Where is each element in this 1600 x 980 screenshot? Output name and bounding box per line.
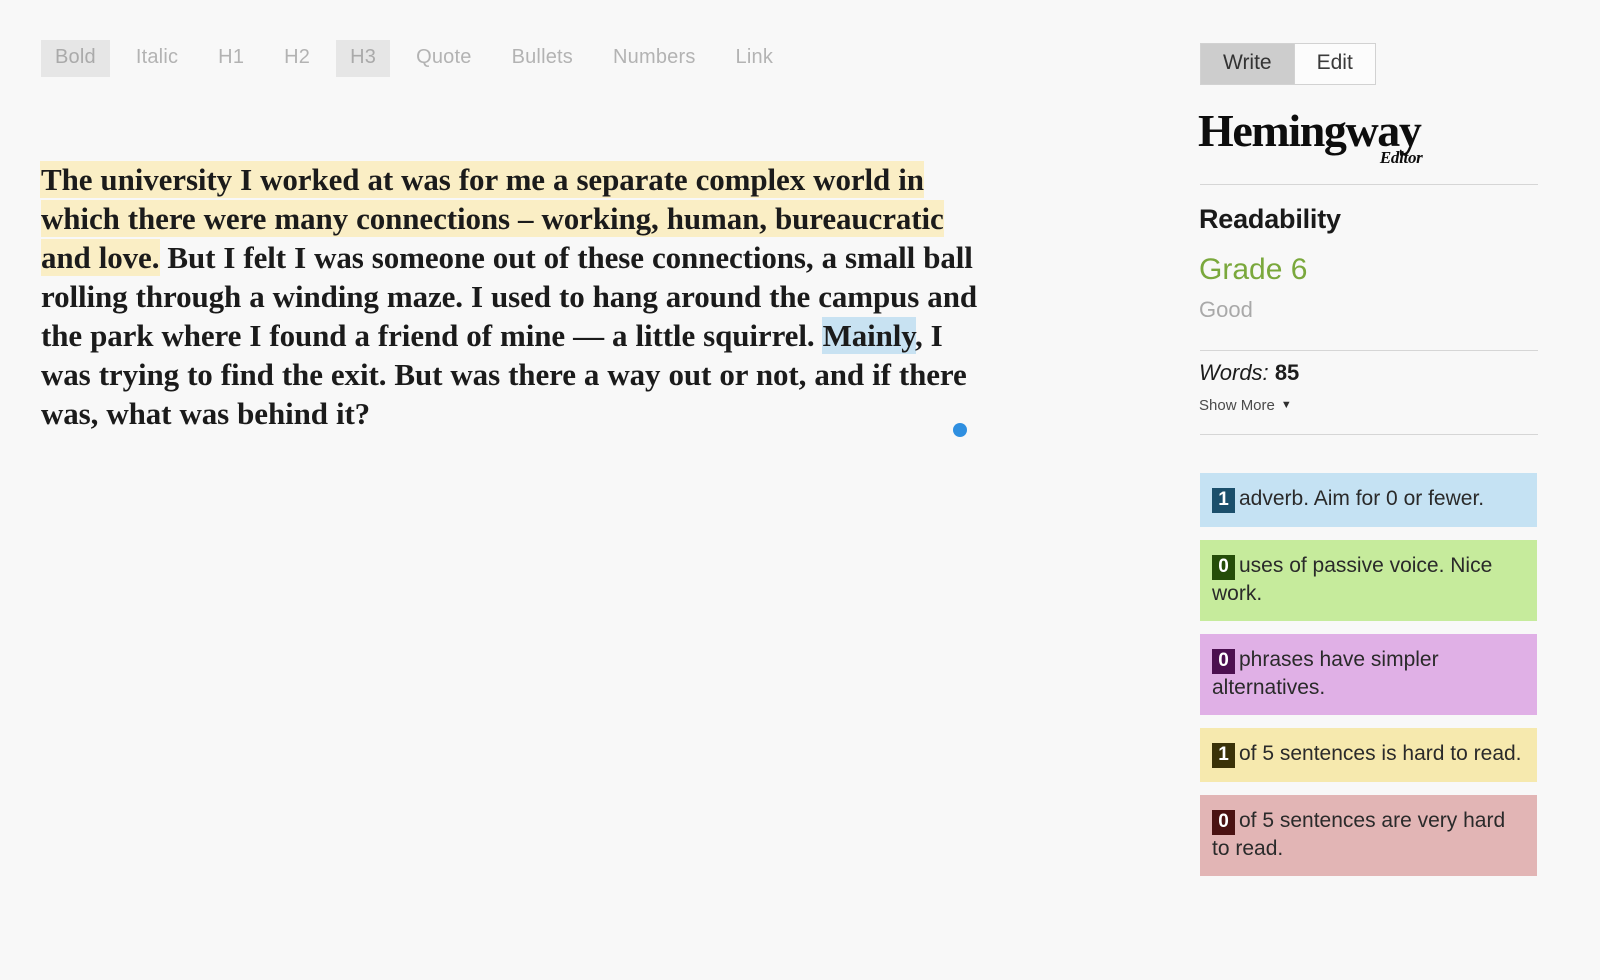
show-more-label: Show More (1199, 397, 1275, 414)
document-text[interactable]: The university I worked at was for me a … (41, 160, 981, 433)
word-count-value: 85 (1274, 360, 1300, 385)
hemingway-logo: Hemingway Editor (1198, 108, 1558, 168)
format-button-link[interactable]: Link (722, 40, 788, 77)
stat-box[interactable]: 0 uses of passive voice. Nice work. (1200, 540, 1537, 621)
editor-pane: Bold Italic H1 H2 H3 Quote Bullets Numbers Link … (0, 0, 1160, 980)
stat-description: uses of passive voice. Nice work. (1212, 554, 1493, 605)
mode-button-edit[interactable]: Edit (1293, 44, 1375, 85)
chevron-down-icon: ▼ (1280, 399, 1292, 411)
format-button-h1[interactable]: H1 (204, 40, 258, 77)
readability-quality: Good (1199, 297, 1253, 322)
stat-description: adverb. Aim for 0 or fewer. (1239, 487, 1485, 510)
format-button-italic[interactable]: Italic (122, 40, 192, 77)
divider-bottom (1200, 434, 1538, 435)
analysis-sidebar: Write Edit Hemingway Editor Readability … (1160, 0, 1600, 980)
stat-box[interactable]: 1 of 5 sentences is hard to read. (1200, 728, 1537, 782)
document-editor-area[interactable]: The university I worked at was for me a … (41, 160, 981, 433)
divider-middle (1200, 350, 1538, 351)
stat-count-badge: 0 (1212, 555, 1235, 580)
stat-count-badge: 1 (1212, 743, 1235, 768)
stat-count-badge: 1 (1212, 488, 1235, 513)
stats-list: 1 adverb. Aim for 0 or fewer. 0 uses of pas… (1200, 473, 1537, 889)
word-count-label: Words: (1199, 360, 1269, 385)
stat-box[interactable]: 1 adverb. Aim for 0 or fewer. (1200, 473, 1537, 527)
highlight-adverb: Mainly (822, 318, 915, 353)
format-button-h2[interactable]: H2 (270, 40, 324, 77)
divider-top (1200, 184, 1538, 185)
stat-box[interactable]: 0 phrases have simpler alternatives. (1200, 634, 1537, 715)
stat-description: of 5 sentences is hard to read. (1239, 742, 1522, 765)
format-button-numbers[interactable]: Numbers (599, 40, 710, 77)
word-count: Words: 85 (1199, 360, 1299, 386)
cursor-dot-icon (953, 423, 967, 437)
format-button-h3[interactable]: H3 (336, 40, 391, 77)
readability-grade: Grade 6 (1199, 253, 1308, 286)
brand-wordmark: Hemingway Editor (1198, 108, 1423, 167)
stat-count-badge: 0 (1212, 810, 1235, 835)
format-toolbar: Bold Italic H1 H2 H3 Quote Bullets Numbers Link (41, 40, 799, 77)
format-button-bold[interactable]: Bold (41, 40, 110, 77)
stat-count-badge: 0 (1212, 649, 1235, 674)
stat-description: of 5 sentences are very hard to read. (1212, 809, 1506, 860)
format-button-bullets[interactable]: Bullets (498, 40, 587, 77)
readability-heading: Readability (1199, 204, 1341, 234)
brand-subtitle-text: Editor (1379, 148, 1423, 167)
stat-description: phrases have simpler alternatives. (1212, 648, 1439, 699)
format-button-quote[interactable]: Quote (402, 40, 485, 77)
stat-box[interactable]: 0 of 5 sentences are very hard to read. (1200, 795, 1537, 876)
mode-button-write[interactable]: Write (1201, 44, 1294, 85)
show-more-toggle[interactable]: Show More ▼ (1199, 397, 1292, 414)
mode-toggle-group: Write Edit (1200, 43, 1376, 86)
